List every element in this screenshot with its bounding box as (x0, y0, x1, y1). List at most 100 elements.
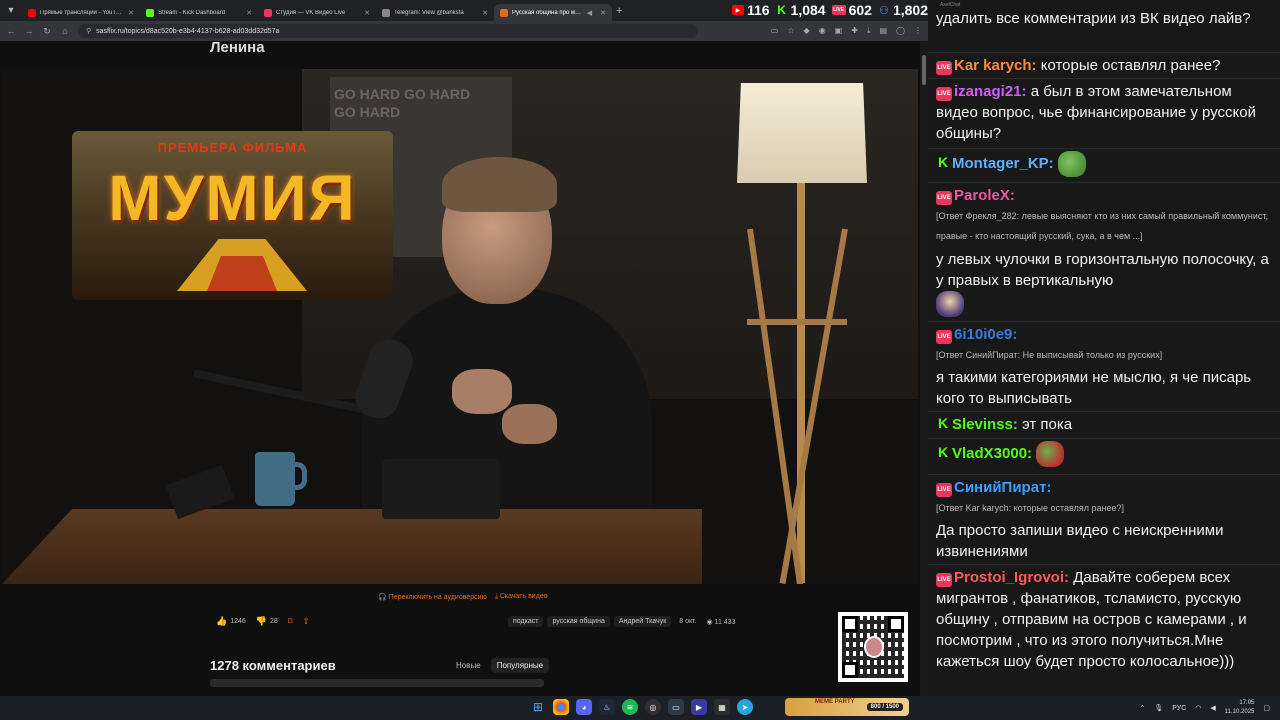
divider (928, 148, 1280, 149)
obs-icon[interactable]: ◎ (645, 699, 661, 715)
menu-icon[interactable]: ⋮ (914, 26, 922, 36)
close-tab-icon[interactable]: ✕ (600, 9, 606, 17)
stat-value: 602 (848, 2, 872, 18)
like-count: 1246 (230, 617, 246, 625)
anime-emote-icon (936, 291, 964, 317)
scrollbar-thumb[interactable] (922, 55, 926, 85)
video-meta: 👍 1246 👎 28 ⌑ ⇪ подкаст русская община Анд… (216, 614, 916, 628)
new-tab-button[interactable]: + (616, 5, 622, 17)
viewers-icon: ⚇ (879, 4, 889, 17)
tab-label: Студия — VK Видео Live (276, 9, 346, 16)
comment-input[interactable] (210, 679, 544, 687)
chat-username: СинийПират: (954, 479, 1052, 496)
tab-search-icon[interactable]: ▾ (0, 0, 22, 21)
chat-message: LIVE izanagi21: а был в этом замечательно… (936, 81, 1276, 144)
stat-youtube: ▶ 116 (731, 2, 770, 18)
back-icon[interactable]: ← (6, 26, 16, 36)
reply-quote: [Ответ Фрекля_282: левые выясняют кто из… (936, 211, 1268, 241)
eye-icon: ◉ (706, 618, 713, 626)
cast-icon[interactable]: ▭ (771, 26, 779, 36)
chat-username: ParoleX: (954, 187, 1015, 204)
kick-favicon-icon (146, 8, 154, 17)
download-icon[interactable]: ⤓ (867, 26, 871, 36)
tab-label: Прямые трансляции - YouTube (40, 9, 125, 16)
comments-title: 1278 комментариев (210, 658, 336, 673)
dislike-button[interactable]: 👎 28 (256, 616, 278, 627)
tablet-stand (382, 459, 500, 519)
message-text: у левых чулочки в горизонтальную полосоч… (936, 251, 1269, 289)
extension-icon[interactable]: ◉ (819, 26, 826, 36)
chat-message: LIVE 6i10i0e9: [Ответ СинийПират: Не выпи… (936, 324, 1276, 409)
divider (928, 474, 1280, 475)
os-taskbar: ⊞ ◕ ♨ ≋ ◎ ▭ ▶ ▦ ➤ MEME PARTY 800 / 1500 … (0, 696, 1280, 720)
speaker-icon[interactable]: ◀ (587, 9, 592, 17)
download-video-link[interactable]: ⤓ Скачать видео (495, 593, 548, 601)
comment-sort: Новые Популярные (450, 658, 550, 673)
close-tab-icon[interactable]: ✕ (482, 9, 488, 17)
divider (928, 182, 1280, 183)
extension-icon[interactable]: ◆ (804, 26, 810, 36)
pepe-emote-icon (1057, 151, 1086, 177)
reply-quote: [Ответ СинийПират: Не выписывай только и… (936, 350, 1163, 360)
tray-chevron-icon[interactable]: ⌃ (1139, 704, 1145, 712)
close-tab-icon[interactable]: ✕ (128, 9, 134, 17)
url-text: sasflix.ru/topics/d8ac520b-e3b4-4137-b62… (96, 27, 280, 35)
extension-icon[interactable]: ▣ (835, 26, 843, 36)
address-bar[interactable]: ⚲ sasflix.ru/topics/d8ac520b-e3b4-4137-b… (78, 24, 698, 38)
notifications-icon[interactable]: ▢ (1263, 704, 1270, 712)
microphone-icon[interactable]: 🎙 (1154, 704, 1163, 712)
clock[interactable]: 17:05 11.10.2025 (1225, 699, 1255, 717)
profile-icon[interactable]: ◯ (896, 26, 905, 36)
windows-start-icon[interactable]: ⊞ (530, 699, 546, 715)
app-icon[interactable]: ▦ (714, 699, 730, 715)
page-content: Ленина GO HARD GO HARD GO HARD ПРЕМЬЕРА Ф… (0, 41, 920, 696)
discord-icon[interactable]: ◕ (576, 699, 592, 715)
site-info-icon[interactable]: ⚲ (86, 27, 91, 35)
reload-icon[interactable]: ↻ (42, 26, 52, 37)
close-tab-icon[interactable]: ✕ (246, 9, 252, 17)
share-button[interactable]: ⇪ (302, 616, 310, 627)
chat-message: K VladX3000: (936, 441, 1276, 467)
tab-active-sasflix[interactable]: Русская община про миг… ◀ ✕ (494, 4, 612, 21)
lamp-crossbar (747, 319, 847, 325)
stat-vk: LIVE 602 (831, 2, 872, 18)
home-icon[interactable]: ⌂ (60, 26, 70, 36)
spotify-icon[interactable]: ≋ (622, 699, 638, 715)
tab-telegram[interactable]: Telegram: View @banksta ✕ (376, 4, 494, 21)
tag-chip[interactable]: подкаст (508, 615, 544, 627)
telegram-icon[interactable]: ➤ (737, 699, 753, 715)
page-scrollbar[interactable] (920, 41, 928, 696)
stat-total: ⚇ 1,802 (878, 2, 928, 18)
tag-chip[interactable]: Андрей Ткачук (613, 615, 672, 627)
forward-icon[interactable]: → (24, 26, 34, 36)
app-icon[interactable]: ▶ (691, 699, 707, 715)
chrome-icon[interactable] (553, 699, 569, 715)
sidebar-icon[interactable]: ▤ (879, 26, 887, 36)
page-title: Ленина (210, 41, 265, 56)
mug-handle (289, 462, 307, 490)
tag-chip[interactable]: русская община (547, 615, 610, 627)
chat-message: удалить все комментарии из ВК видео лайв… (936, 8, 1276, 29)
tab-kick[interactable]: Stream - Kick Dashboard ✕ (140, 4, 258, 21)
sort-popular-button[interactable]: Популярные (490, 658, 550, 673)
tab-vk[interactable]: Студия — VK Видео Live ✕ (258, 4, 376, 21)
steam-icon[interactable]: ♨ (599, 699, 615, 715)
close-tab-icon[interactable]: ✕ (364, 9, 370, 17)
app-icon[interactable]: ▭ (668, 699, 684, 715)
tab-label: Telegram: View @banksta (394, 9, 464, 16)
bookmark-star-icon[interactable]: ☆ (787, 26, 794, 36)
volume-icon[interactable]: ◀ (1210, 704, 1215, 712)
bookmark-button[interactable]: ⌑ (288, 616, 293, 627)
kick-icon: K (937, 153, 949, 170)
wifi-icon[interactable]: ◠ (1195, 704, 1201, 712)
like-button[interactable]: 👍 1246 (216, 616, 246, 627)
chat-username: Prostoi_Igrovoi: (954, 569, 1070, 586)
sort-new-button[interactable]: Новые (450, 658, 487, 673)
meme-party-widget[interactable]: MEME PARTY 800 / 1500 (785, 698, 909, 716)
tab-youtube[interactable]: Прямые трансляции - YouTube ✕ (22, 4, 140, 21)
tab-label: Русская община про миг… (512, 9, 583, 16)
extensions-puzzle-icon[interactable]: ✚ (851, 26, 858, 36)
language-indicator[interactable]: РУС (1172, 705, 1186, 712)
audio-version-link[interactable]: 🎧 Переключить на аудиоверсию (378, 593, 487, 601)
message-text: я такими категориями не мыслю, я че писа… (936, 369, 1252, 407)
